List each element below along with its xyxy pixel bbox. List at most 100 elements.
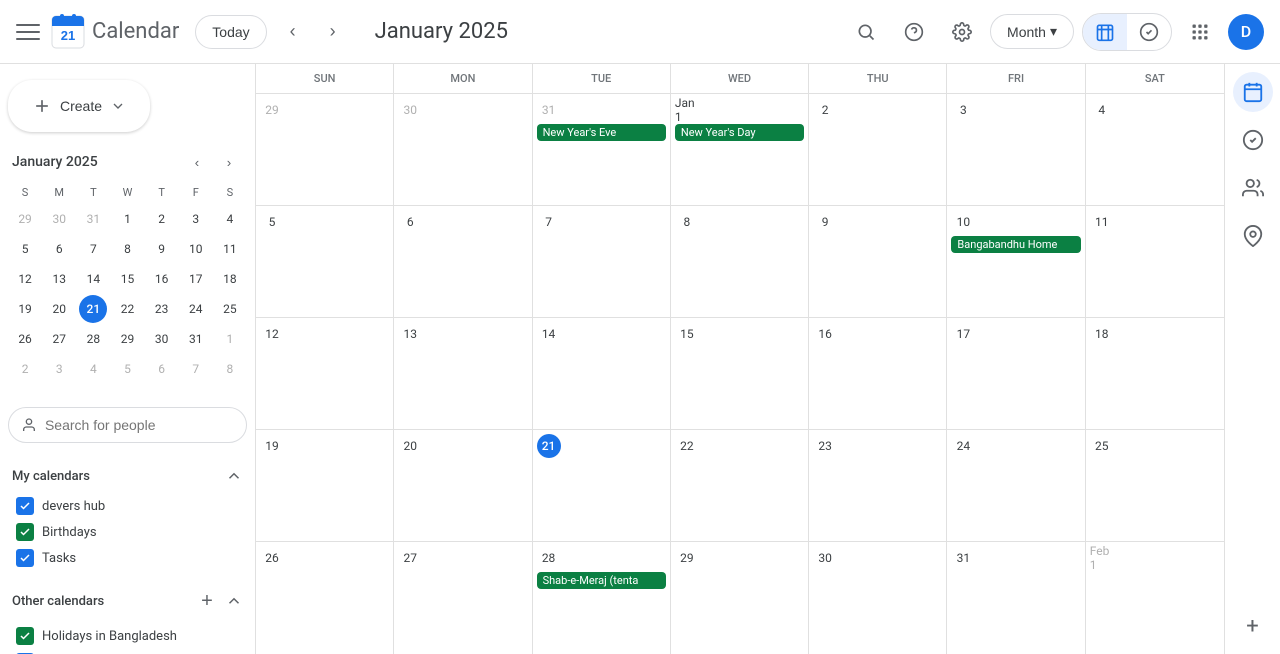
cell-jan16[interactable]: 16 [809,318,947,429]
mini-day[interactable]: 29 [11,205,39,233]
cell-jan9[interactable]: 9 [809,206,947,317]
mini-day[interactable]: 8 [216,355,244,383]
date-jan30[interactable]: 30 [813,546,837,570]
mini-day[interactable]: 31 [79,205,107,233]
date-jan10[interactable]: 10 [951,210,975,234]
settings-button[interactable] [942,12,982,52]
mini-day[interactable]: 3 [45,355,73,383]
today-button[interactable]: Today [195,15,266,49]
mini-day[interactable]: 20 [45,295,73,323]
menu-icon[interactable] [16,20,40,44]
panel-people-icon[interactable] [1233,168,1273,208]
help-button[interactable] [894,12,934,52]
cell-jan18[interactable]: 18 [1086,318,1224,429]
date-jan27[interactable]: 27 [398,546,422,570]
panel-calendar-icon[interactable] [1233,72,1273,112]
search-people-input[interactable] [45,417,234,433]
date-jan13[interactable]: 13 [398,322,422,346]
date-jan11[interactable]: 11 [1090,210,1114,234]
cal-item-wedevs[interactable]: weDevs - Team General A... [8,649,247,654]
cal-item-tasks[interactable]: Tasks [8,545,247,571]
date-dec31[interactable]: 31 [537,98,561,122]
mini-day-today[interactable]: 21 [79,295,107,323]
cell-jan27[interactable]: 27 [394,542,532,654]
date-jan16[interactable]: 16 [813,322,837,346]
date-jan15[interactable]: 15 [675,322,699,346]
cell-jan20[interactable]: 20 [394,430,532,541]
cell-jan25[interactable]: 25 [1086,430,1224,541]
mini-day[interactable]: 24 [182,295,210,323]
avatar[interactable]: D [1228,14,1264,50]
my-calendars-header[interactable]: My calendars [8,459,247,493]
cell-dec31[interactable]: 31 New Year's Eve [533,94,671,205]
date-jan4[interactable]: 4 [1090,98,1114,122]
date-jan24[interactable]: 24 [951,434,975,458]
cell-jan13[interactable]: 13 [394,318,532,429]
mini-day[interactable]: 25 [216,295,244,323]
grid-button[interactable] [1180,12,1220,52]
panel-check-icon[interactable] [1233,120,1273,160]
mini-day[interactable]: 30 [45,205,73,233]
mini-day[interactable]: 16 [148,265,176,293]
mini-day[interactable]: 31 [182,325,210,353]
mini-day[interactable]: 26 [11,325,39,353]
date-dec29[interactable]: 29 [260,98,284,122]
cell-jan29[interactable]: 29 [671,542,809,654]
mini-day[interactable]: 17 [182,265,210,293]
mini-day[interactable]: 3 [182,205,210,233]
panel-maps-icon[interactable] [1233,216,1273,256]
date-jan2[interactable]: 2 [813,98,837,122]
event-bangabandhu[interactable]: Bangabandhu Home [951,236,1080,253]
event-new-years-day[interactable]: New Year's Day [675,124,804,141]
cell-jan30[interactable]: 30 [809,542,947,654]
mini-day[interactable]: 30 [148,325,176,353]
cell-jan19[interactable]: 19 [256,430,394,541]
cal-item-birthdays[interactable]: Birthdays [8,519,247,545]
mini-day[interactable]: 11 [216,235,244,263]
search-people-field[interactable] [8,407,247,443]
cell-jan10[interactable]: 10 Bangabandhu Home [947,206,1085,317]
mini-day[interactable]: 7 [79,235,107,263]
cell-jan31[interactable]: 31 [947,542,1085,654]
date-jan25[interactable]: 25 [1090,434,1114,458]
cell-jan22[interactable]: 22 [671,430,809,541]
cell-jan23[interactable]: 23 [809,430,947,541]
mini-day[interactable]: 14 [79,265,107,293]
event-shab-e-meraj[interactable]: Shab-e-Meraj (tenta [537,572,666,589]
cell-jan15[interactable]: 15 [671,318,809,429]
mini-day[interactable]: 28 [79,325,107,353]
mini-day[interactable]: 5 [113,355,141,383]
search-button[interactable] [846,12,886,52]
cell-jan5[interactable]: 5 [256,206,394,317]
cell-jan1[interactable]: Jan 1 New Year's Day [671,94,809,205]
mini-day[interactable]: 6 [45,235,73,263]
date-jan19[interactable]: 19 [260,434,284,458]
date-jan21-today[interactable]: 21 [537,434,561,458]
event-new-years-eve[interactable]: New Year's Eve [537,124,666,141]
check-view-btn[interactable] [1127,14,1171,50]
mini-day[interactable]: 18 [216,265,244,293]
mini-day[interactable]: 10 [182,235,210,263]
date-jan17[interactable]: 17 [951,322,975,346]
create-button[interactable]: Create [8,80,150,132]
date-jan9[interactable]: 9 [813,210,837,234]
cal-item-devers-hub[interactable]: devers hub [8,493,247,519]
mini-day[interactable]: 22 [113,295,141,323]
cell-jan7[interactable]: 7 [533,206,671,317]
add-calendar-button[interactable]: + [193,587,221,615]
cell-jan28[interactable]: 28 Shab-e-Meraj (tenta [533,542,671,654]
mini-day[interactable]: 1 [113,205,141,233]
date-jan14[interactable]: 14 [537,322,561,346]
month-view-button[interactable]: Month ▾ [990,14,1074,49]
panel-add-button[interactable]: + [1233,606,1273,646]
mini-day[interactable]: 12 [11,265,39,293]
date-jan7[interactable]: 7 [537,210,561,234]
mini-day[interactable]: 19 [11,295,39,323]
date-jan12[interactable]: 12 [260,322,284,346]
mini-day[interactable]: 29 [113,325,141,353]
cell-jan6[interactable]: 6 [394,206,532,317]
date-jan22[interactable]: 22 [675,434,699,458]
calendar-view-btn[interactable] [1083,14,1127,50]
cell-jan17[interactable]: 17 [947,318,1085,429]
date-jan28[interactable]: 28 [537,546,561,570]
